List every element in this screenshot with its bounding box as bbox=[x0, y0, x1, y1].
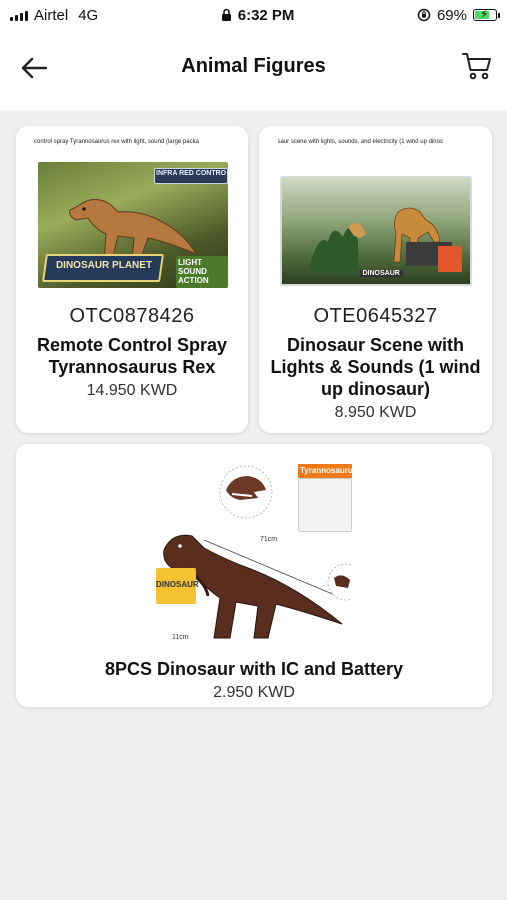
product-sku: OTC0878426 bbox=[69, 305, 195, 327]
network-type: 4G bbox=[78, 6, 99, 24]
dinosaur-illustration bbox=[69, 199, 198, 261]
product-price: 14.950 KWD bbox=[86, 382, 178, 399]
product-image: control spray Tyrannosaurus rex with lig… bbox=[34, 136, 230, 291]
image-caption: control spray Tyrannosaurus rex with lig… bbox=[34, 136, 230, 150]
product-image: saur scene with lights, sounds, and elec… bbox=[277, 136, 474, 291]
status-left: Airtel 4G bbox=[10, 7, 98, 24]
arrow-left-icon bbox=[21, 57, 48, 79]
image-caption: saur scene with lights, sounds, and elec… bbox=[277, 136, 474, 150]
box-text-dinosaur: DINOSAUR bbox=[359, 270, 403, 277]
image-measure-height: 11cm bbox=[172, 634, 189, 641]
box-text-light: LIGHT SOUND ACTION bbox=[178, 258, 209, 285]
dinosaur-scene-illustration bbox=[307, 207, 462, 274]
image-box-label: DINOSAUR bbox=[156, 580, 199, 589]
box-text-planet: DINOSAUR PLANET bbox=[55, 260, 153, 271]
battery-percent: 69% bbox=[436, 6, 467, 24]
signal-icon bbox=[10, 9, 28, 21]
cart-icon bbox=[462, 53, 491, 80]
image-measure-length: 71cm bbox=[260, 536, 278, 543]
clock-time: 6:32 PM bbox=[237, 6, 295, 24]
status-right: 69% ⚡ bbox=[417, 6, 500, 24]
dinosaur-claw-detail bbox=[327, 563, 352, 601]
battery-icon: ⚡ bbox=[473, 7, 500, 21]
carrier-name: Airtel bbox=[34, 6, 69, 24]
product-name: Remote Control Spray Tyrannosaurus Rex bbox=[36, 335, 228, 377]
app-header: Animal Figures bbox=[0, 30, 507, 110]
product-card[interactable]: control spray Tyrannosaurus rex with lig… bbox=[16, 126, 248, 433]
rotation-lock-icon bbox=[417, 8, 431, 22]
product-name: Dinosaur Scene with Lights & Sounds (1 w… bbox=[270, 335, 481, 399]
product-image: Tyrannosaurus 71cm DINOSAUR 11cm bbox=[156, 458, 352, 648]
status-center: 6:32 PM bbox=[221, 6, 295, 24]
product-card[interactable]: Tyrannosaurus 71cm DINOSAUR 11cm 8PCS Di… bbox=[16, 444, 492, 707]
product-name: 8PCS Dinosaur with IC and Battery bbox=[104, 659, 404, 679]
page-title: Animal Figures bbox=[181, 54, 326, 77]
lock-icon bbox=[221, 8, 231, 21]
status-bar: Airtel 4G 6:32 PM 69% ⚡ bbox=[0, 0, 507, 30]
product-price: 8.950 KWD bbox=[334, 404, 417, 421]
product-price: 2.950 KWD bbox=[213, 684, 295, 701]
product-sku: OTE0645327 bbox=[313, 305, 438, 327]
back-button[interactable] bbox=[14, 48, 54, 88]
image-tag: Tyrannosaurus bbox=[298, 464, 352, 478]
product-card[interactable]: saur scene with lights, sounds, and elec… bbox=[259, 126, 492, 433]
cart-button[interactable] bbox=[457, 46, 497, 86]
